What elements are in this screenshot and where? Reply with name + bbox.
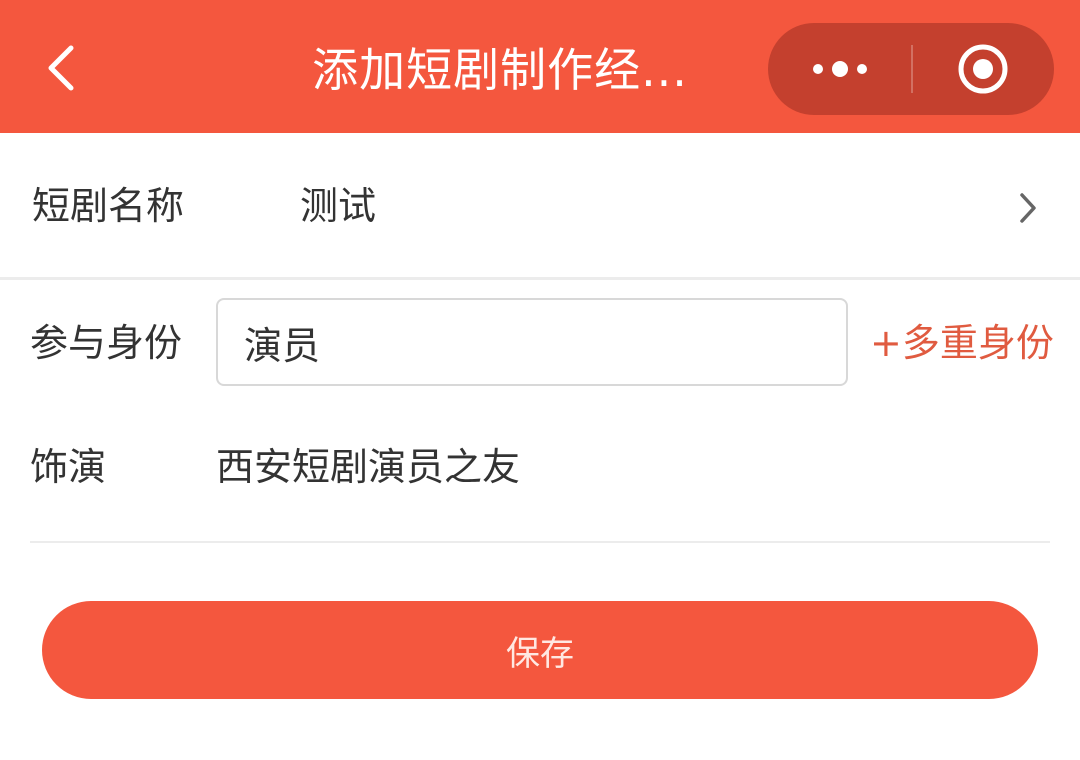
role-input[interactable] [216,298,848,386]
plays-label: 饰演 [30,445,107,489]
drama-name-row[interactable]: 短剧名称 测试 [0,133,1080,277]
more-button[interactable] [768,23,911,115]
add-multiple-roles-link[interactable]: +多重身份 [870,318,1054,368]
more-dots-icon [812,61,867,77]
chevron-right-icon [1020,193,1036,223]
chevron-left-icon [48,45,74,91]
target-circle-icon [958,44,1007,94]
navigation-bar: 添加短剧制作经... [0,0,1080,133]
page-title: 添加短剧制作经... [312,43,688,97]
capsule-divider [911,45,913,93]
drama-name-value: 测试 [300,184,377,228]
divider [0,277,1080,280]
mini-program-capsule [768,23,1054,115]
close-button[interactable] [911,23,1054,115]
save-button[interactable]: 保存 [42,601,1038,699]
plays-value: 西安短剧演员之友 [216,445,521,489]
back-button[interactable] [30,38,90,98]
role-label: 参与身份 [30,321,183,365]
divider [30,541,1050,543]
drama-name-label: 短剧名称 [32,184,185,228]
